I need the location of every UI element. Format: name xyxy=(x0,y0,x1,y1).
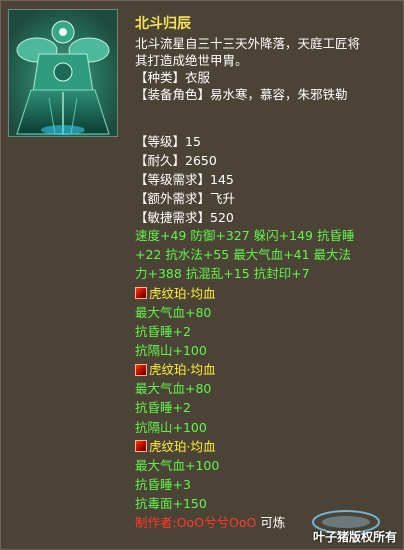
stat-level: 【等级】15 xyxy=(135,134,201,149)
gem-attr: 抗昏睡+3 xyxy=(135,477,191,493)
gem-name: 虎纹珀·均血 xyxy=(149,362,216,378)
gem-icon xyxy=(135,440,147,453)
gem-header: 虎纹珀·均血 xyxy=(135,284,397,303)
gem-header: 虎纹珀·均血 xyxy=(135,437,397,456)
item-tooltip: 北斗归辰 北斗流星自三十三天外降落，天庭工匠将 其打造成绝世甲胄。 【种类】衣服… xyxy=(0,0,404,550)
maker-suffix: 可炼 xyxy=(260,515,286,531)
watermark-text: 叶子猪版权所有 xyxy=(312,530,397,544)
description-line: 其打造成绝世甲胄。 xyxy=(135,53,248,68)
stat-level-requirement: 【等级需求】145 xyxy=(135,172,234,187)
item-description: 北斗流星自三十三天外降落，天庭工匠将 其打造成绝世甲胄。 【种类】衣服 【装备角… xyxy=(135,35,397,103)
gem-attr: 最大气血+100 xyxy=(135,457,220,473)
extra-attributes: 速度+49 防御+327 躲闪+149 抗昏睡 +22 抗水法+55 最大气血+… xyxy=(135,226,397,533)
gem-attr: 最大气血+80 xyxy=(135,304,212,320)
armor-illustration xyxy=(9,10,117,136)
gem-attr: 抗隔山+100 xyxy=(135,343,207,359)
maker-label: 制作者:OoO兮兮OoO xyxy=(135,515,257,531)
stat-extra-requirement: 【额外需求】飞升 xyxy=(135,191,236,206)
extra-attr-line: 力+388 抗混乱+15 抗封印+7 xyxy=(135,266,310,282)
gem-header: 虎纹珀·均血 xyxy=(135,360,397,379)
extra-attr-line: 速度+49 防御+327 躲闪+149 抗昏睡 xyxy=(135,228,355,243)
gem-attr: 抗隔山+100 xyxy=(135,419,207,435)
gem-attr: 最大气血+80 xyxy=(135,381,212,397)
item-type: 【种类】衣服 xyxy=(135,70,211,85)
item-name: 北斗归辰 xyxy=(135,16,191,32)
description-line: 北斗流星自三十三天外降落，天庭工匠将 xyxy=(135,36,361,51)
gem-attr: 抗昏睡+2 xyxy=(135,323,191,339)
item-roles: 【装备角色】易水寒，慕容，朱邪铁勒 xyxy=(135,87,348,102)
gem-icon xyxy=(135,363,147,376)
gem-icon xyxy=(135,287,147,300)
stat-agility-requirement: 【敏捷需求】520 xyxy=(135,210,234,225)
gem-name: 虎纹珀·均血 xyxy=(149,285,216,301)
gem-attr: 抗昏睡+2 xyxy=(135,400,191,416)
item-stats: 【等级】15 【耐久】2650 【等级需求】145 【额外需求】飞升 【敏捷需求… xyxy=(135,132,397,227)
gem-name: 虎纹珀·均血 xyxy=(149,438,216,454)
stat-durability: 【耐久】2650 xyxy=(135,153,217,168)
armor-portrait-image xyxy=(8,9,118,137)
extra-attr-line: +22 抗水法+55 最大气血+41 最大法 xyxy=(135,247,352,263)
